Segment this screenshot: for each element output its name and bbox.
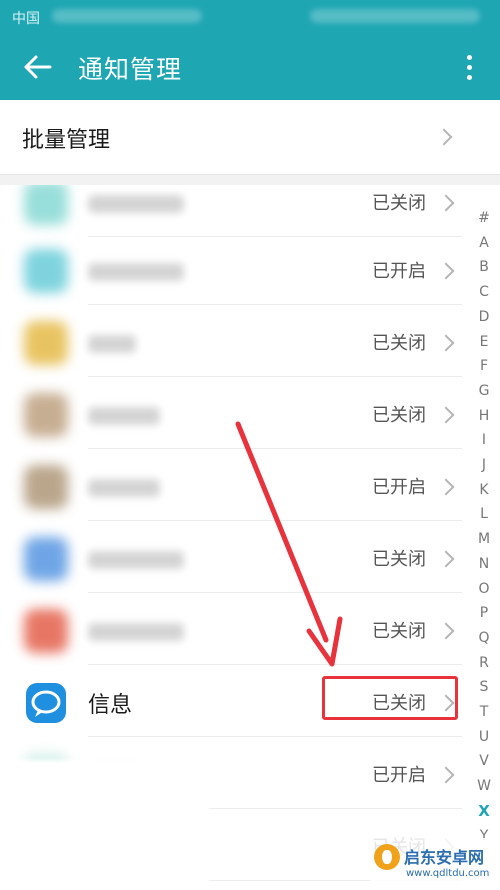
notification-status: 已关闭 — [372, 621, 426, 642]
message-app-icon — [24, 681, 68, 725]
chevron-right-icon — [437, 334, 455, 352]
notification-status: 已关闭 — [372, 193, 426, 214]
chevron-right-icon — [437, 478, 455, 496]
notification-status: 已关闭 — [372, 333, 426, 354]
app-icon — [24, 321, 68, 365]
alphabet-letter[interactable]: L — [472, 502, 496, 527]
more-vert-icon[interactable] — [458, 52, 480, 82]
alphabet-letter[interactable]: D — [472, 305, 496, 330]
alphabet-letter[interactable]: C — [472, 280, 496, 305]
alphabet-letter[interactable]: M — [472, 527, 496, 552]
alphabet-letter[interactable]: G — [472, 379, 496, 404]
app-toolbar: 通知管理 — [0, 34, 500, 100]
app-name-blurred — [88, 335, 136, 353]
alphabet-letter[interactable]: K — [472, 478, 496, 503]
alphabet-letter[interactable]: O — [472, 577, 496, 602]
app-row[interactable]: 已关闭 — [0, 305, 470, 377]
app-row[interactable]: 已开启 — [0, 449, 470, 521]
annotation-highlight-box — [322, 676, 458, 720]
alphabet-letter[interactable]: T — [472, 700, 496, 725]
watermark-name: 启东安卓网 — [404, 848, 485, 867]
alphabet-letter[interactable]: X — [472, 799, 496, 824]
notification-status: 已开启 — [372, 477, 426, 498]
notification-status: 已关闭 — [372, 405, 426, 426]
alphabet-letter[interactable]: E — [472, 330, 496, 355]
alphabet-letter[interactable]: H — [472, 404, 496, 429]
chevron-right-icon — [437, 406, 455, 424]
alphabet-letter[interactable]: W — [472, 774, 496, 799]
alphabet-letter[interactable]: # — [472, 206, 496, 231]
app-icon — [24, 185, 68, 225]
app-icon — [24, 249, 68, 293]
app-name-blurred — [88, 623, 184, 641]
chevron-right-icon — [437, 550, 455, 568]
app-icon — [24, 537, 68, 581]
app-row[interactable]: 已开启 — [0, 233, 470, 305]
alphabet-index[interactable]: # A B C D E F G H I J K L M N O P Q R S T U V W X Y — [472, 206, 496, 848]
notification-status: 已开启 — [372, 261, 426, 282]
carrier-label: 中国 — [12, 11, 40, 27]
alphabet-letter[interactable]: S — [472, 675, 496, 700]
app-row[interactable]: 已关闭 — [0, 185, 470, 237]
app-icon — [24, 609, 68, 653]
chevron-right-icon — [437, 262, 455, 280]
notification-status: 已开启 — [372, 765, 426, 786]
chevron-right-icon — [437, 194, 455, 212]
app-icon — [24, 465, 68, 509]
obscure-patch — [0, 760, 210, 890]
app-name-blurred — [88, 407, 160, 425]
alphabet-letter[interactable]: A — [472, 231, 496, 256]
app-row[interactable]: 已关闭 — [0, 377, 470, 449]
alphabet-letter[interactable]: P — [472, 601, 496, 626]
alphabet-letter[interactable]: Q — [472, 626, 496, 651]
page-title: 通知管理 — [78, 55, 183, 84]
app-name: 信息 — [88, 693, 133, 718]
alphabet-letter[interactable]: R — [472, 651, 496, 676]
app-name-blurred — [88, 479, 160, 497]
app-name-blurred — [88, 195, 184, 213]
arrow-left-icon[interactable] — [20, 50, 54, 84]
chevron-right-icon — [437, 766, 455, 784]
alphabet-letter[interactable]: F — [472, 354, 496, 379]
alphabet-letter[interactable]: B — [472, 255, 496, 280]
watermark-url: www.qdltdu.com — [406, 868, 490, 879]
app-name-blurred — [88, 263, 184, 281]
watermark: 启东安卓网 www.qdltdu.com — [370, 838, 498, 888]
alphabet-letter[interactable]: V — [472, 749, 496, 774]
alphabet-letter[interactable]: J — [472, 453, 496, 478]
app-icon — [24, 393, 68, 437]
alphabet-letter[interactable]: N — [472, 552, 496, 577]
chevron-right-icon — [437, 622, 455, 640]
chevron-right-icon — [435, 128, 453, 146]
section-divider — [0, 175, 500, 185]
batch-manage-label: 批量管理 — [22, 128, 111, 153]
alphabet-letter[interactable]: I — [472, 428, 496, 453]
batch-manage-item[interactable]: 批量管理 — [0, 100, 500, 175]
notification-status: 已关闭 — [372, 549, 426, 570]
app-row[interactable]: 已关闭 — [0, 521, 470, 593]
app-row[interactable]: 已关闭 — [0, 593, 470, 665]
status-bar: 中国 — [0, 0, 500, 34]
status-blurred — [52, 9, 202, 23]
alphabet-letter[interactable]: U — [472, 725, 496, 750]
app-name-blurred — [88, 551, 184, 569]
status-blurred-right — [310, 9, 480, 23]
watermark-logo-icon — [374, 844, 400, 870]
